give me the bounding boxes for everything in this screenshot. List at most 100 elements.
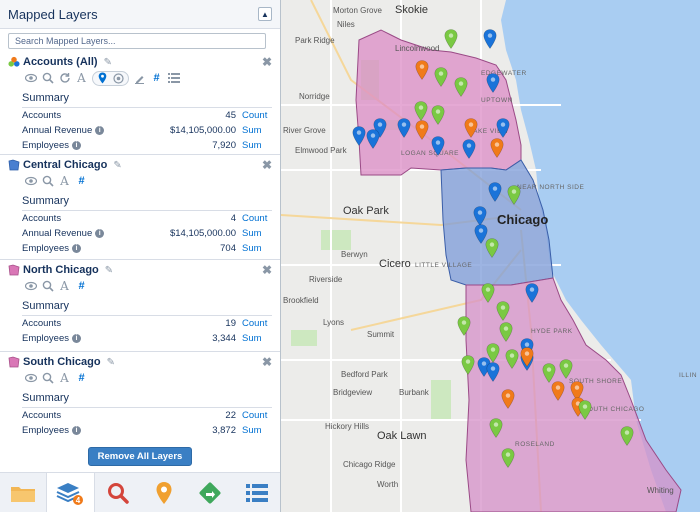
map-pin-blue[interactable] bbox=[486, 73, 500, 93]
map-pin-green[interactable] bbox=[489, 418, 503, 438]
map-pin-blue[interactable] bbox=[488, 182, 502, 202]
markers-icon[interactable] bbox=[96, 71, 109, 85]
row-aggregate-link[interactable]: Sum bbox=[236, 333, 272, 344]
map-pin-blue[interactable] bbox=[473, 206, 487, 226]
layers-list[interactable]: Accounts (All) ✎ ✖ A # Summary Accounts … bbox=[0, 52, 280, 436]
map-pin-blue[interactable] bbox=[352, 126, 366, 146]
row-aggregate-link[interactable]: Sum bbox=[236, 140, 272, 151]
caret-up-icon[interactable]: ▲ bbox=[258, 7, 272, 21]
map-pin-green[interactable] bbox=[496, 301, 510, 321]
aggregate-icon[interactable]: # bbox=[75, 371, 88, 385]
map-pin-orange[interactable] bbox=[415, 120, 429, 140]
map-pin-orange[interactable] bbox=[490, 138, 504, 158]
label-icon[interactable]: A bbox=[58, 174, 71, 188]
map-pin-blue[interactable] bbox=[397, 118, 411, 138]
search-input[interactable] bbox=[8, 33, 266, 49]
heatmap-icon[interactable] bbox=[133, 71, 146, 85]
row-aggregate-link[interactable]: Count bbox=[236, 213, 272, 224]
pencil-icon[interactable]: ✎ bbox=[105, 265, 113, 276]
map-pin-green[interactable] bbox=[542, 363, 556, 383]
map-pin-green[interactable] bbox=[481, 283, 495, 303]
info-icon[interactable]: i bbox=[95, 229, 105, 238]
eye-icon[interactable] bbox=[24, 279, 37, 293]
aggregate-icon[interactable]: # bbox=[75, 279, 88, 293]
map-pin-green[interactable] bbox=[454, 77, 468, 97]
zoom-icon[interactable] bbox=[41, 174, 54, 188]
eye-icon[interactable] bbox=[24, 174, 37, 188]
map-pin-green[interactable] bbox=[414, 101, 428, 121]
map-label: Burbank bbox=[399, 388, 429, 397]
tab-markers[interactable] bbox=[141, 473, 187, 512]
map-pin-green[interactable] bbox=[461, 355, 475, 375]
row-aggregate-link[interactable]: Sum bbox=[236, 243, 272, 254]
row-aggregate-link[interactable]: Sum bbox=[236, 425, 272, 436]
tab-folder[interactable] bbox=[0, 473, 46, 512]
pencil-icon[interactable]: ✎ bbox=[104, 57, 112, 68]
map-pin-blue[interactable] bbox=[431, 136, 445, 156]
label-icon[interactable]: A bbox=[58, 371, 71, 385]
aggregate-icon[interactable]: # bbox=[75, 174, 88, 188]
map-pin-orange[interactable] bbox=[520, 347, 534, 367]
map-pin-orange[interactable] bbox=[415, 60, 429, 80]
info-icon[interactable]: i bbox=[72, 141, 81, 150]
tab-search[interactable] bbox=[95, 473, 141, 512]
layer-name[interactable]: Accounts (All) bbox=[23, 56, 98, 68]
map-pin-green[interactable] bbox=[444, 29, 458, 49]
aggregate-icon[interactable]: # bbox=[150, 71, 163, 85]
info-icon[interactable]: i bbox=[72, 426, 81, 435]
info-icon[interactable]: i bbox=[95, 126, 105, 135]
map-pin-green[interactable] bbox=[434, 67, 448, 87]
row-value: 3,872 bbox=[212, 425, 236, 436]
map-pin-green[interactable] bbox=[485, 238, 499, 258]
map-pin-green[interactable] bbox=[499, 322, 513, 342]
map-pin-orange[interactable] bbox=[464, 118, 478, 138]
row-aggregate-link[interactable]: Sum bbox=[236, 125, 272, 136]
map-pin-green[interactable] bbox=[620, 426, 634, 446]
layer-name[interactable]: North Chicago bbox=[23, 264, 99, 276]
close-icon[interactable]: ✖ bbox=[262, 158, 272, 172]
map-pin-green[interactable] bbox=[501, 448, 515, 468]
row-aggregate-link[interactable]: Sum bbox=[236, 228, 272, 239]
map-pin-blue[interactable] bbox=[462, 139, 476, 159]
map-pin-blue[interactable] bbox=[483, 29, 497, 49]
tab-list[interactable] bbox=[234, 473, 280, 512]
remove-all-layers-button[interactable]: Remove All Layers bbox=[87, 447, 193, 466]
zoom-icon[interactable] bbox=[41, 371, 54, 385]
cluster-icon[interactable] bbox=[112, 71, 125, 85]
label-icon[interactable]: A bbox=[75, 71, 88, 85]
close-icon[interactable]: ✖ bbox=[262, 355, 272, 369]
map-pin-green[interactable] bbox=[578, 400, 592, 420]
zoom-icon[interactable] bbox=[41, 279, 54, 293]
layer-name[interactable]: South Chicago bbox=[23, 356, 101, 368]
map-pin-blue[interactable] bbox=[486, 362, 500, 382]
map-pin-green[interactable] bbox=[457, 316, 471, 336]
refresh-icon[interactable] bbox=[58, 71, 71, 85]
label-icon[interactable]: A bbox=[58, 279, 71, 293]
tab-routes[interactable] bbox=[187, 473, 233, 512]
info-icon[interactable]: i bbox=[72, 334, 81, 343]
close-icon[interactable]: ✖ bbox=[262, 263, 272, 277]
row-aggregate-link[interactable]: Count bbox=[236, 410, 272, 421]
map-pin-blue[interactable] bbox=[496, 118, 510, 138]
map-canvas[interactable]: Skokie Lincolnwood Park Ridge Niles Mort… bbox=[281, 0, 700, 512]
eye-icon[interactable] bbox=[24, 71, 37, 85]
map-pin-blue[interactable] bbox=[366, 129, 380, 149]
row-aggregate-link[interactable]: Count bbox=[236, 110, 272, 121]
list-view-icon[interactable] bbox=[167, 71, 180, 85]
pencil-icon[interactable]: ✎ bbox=[107, 357, 115, 368]
pencil-icon[interactable]: ✎ bbox=[113, 160, 121, 171]
tab-layers[interactable]: 4 bbox=[46, 473, 95, 512]
map-pin-green[interactable] bbox=[505, 349, 519, 369]
map-pin-blue[interactable] bbox=[525, 283, 539, 303]
row-aggregate-link[interactable]: Count bbox=[236, 318, 272, 329]
map-pin-green[interactable] bbox=[431, 105, 445, 125]
info-icon[interactable]: i bbox=[72, 244, 81, 253]
map-pin-green[interactable] bbox=[559, 359, 573, 379]
eye-icon[interactable] bbox=[24, 371, 37, 385]
map-pin-orange[interactable] bbox=[551, 381, 565, 401]
layer-name[interactable]: Central Chicago bbox=[23, 159, 107, 171]
zoom-icon[interactable] bbox=[41, 71, 54, 85]
map-pin-orange[interactable] bbox=[501, 389, 515, 409]
close-icon[interactable]: ✖ bbox=[262, 55, 272, 69]
map-pin-green[interactable] bbox=[507, 185, 521, 205]
